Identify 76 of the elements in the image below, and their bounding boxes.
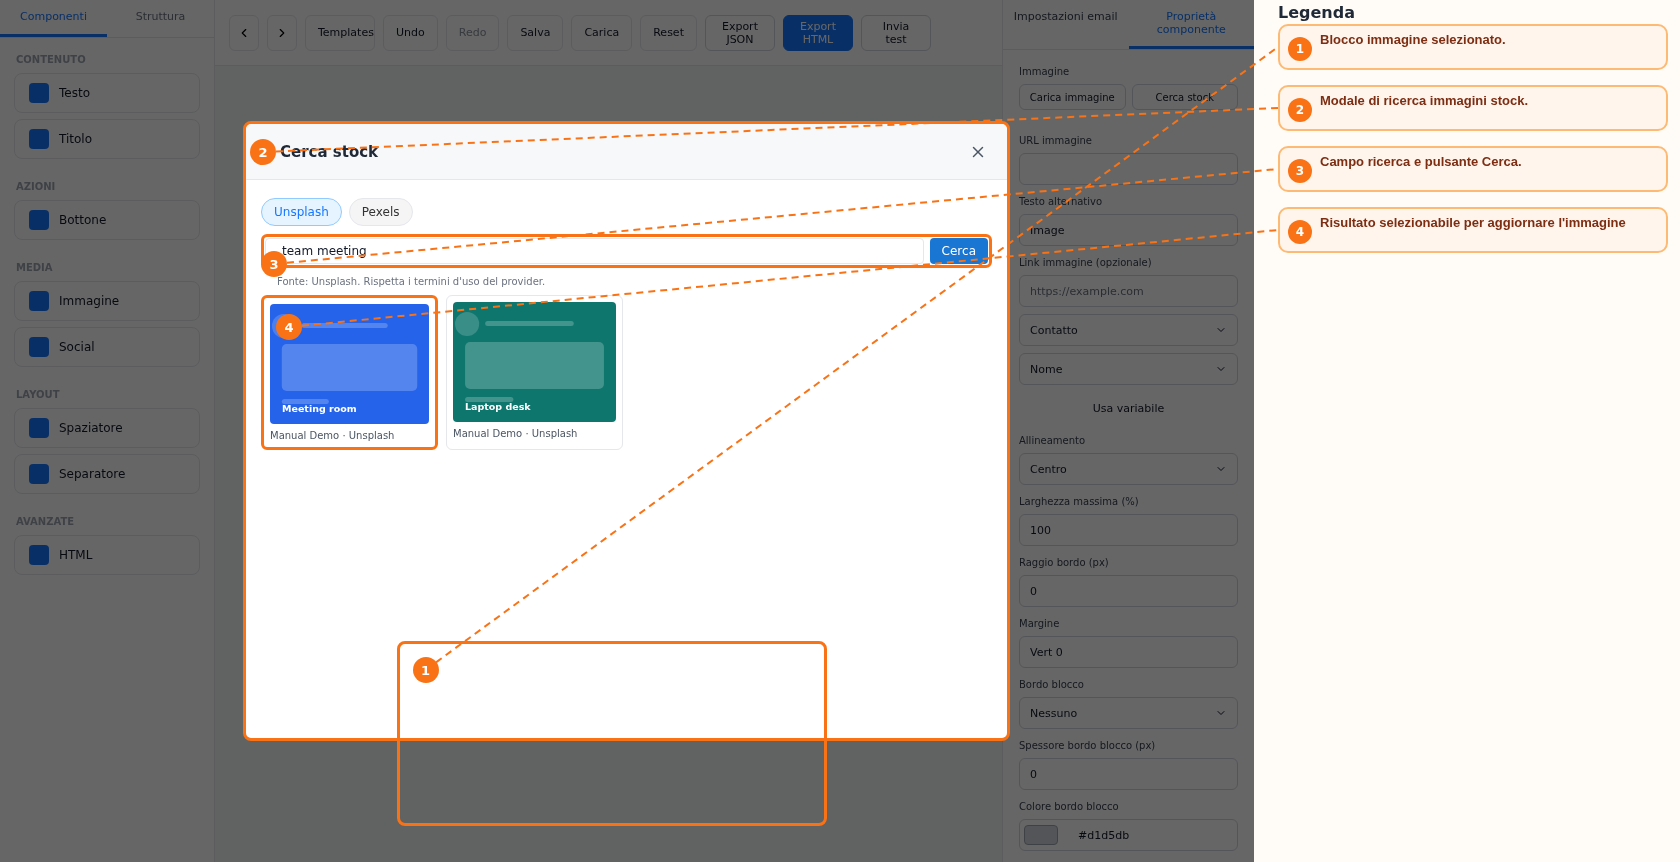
select-field[interactable]: Contatto (1019, 314, 1238, 346)
block-icon (29, 418, 49, 438)
panel-button[interactable]: Carica immagine (1019, 84, 1126, 110)
input-field[interactable]: 0 (1019, 758, 1238, 790)
toolbar-button[interactable]: Templates (305, 14, 375, 51)
block-icon (29, 129, 49, 149)
result-card[interactable]: Laptop desk Manual Demo · Unsplash (446, 295, 623, 450)
legend-text: Blocco immagine selezionato. (1320, 32, 1506, 47)
field-label: Bordo blocco (1019, 679, 1085, 690)
component-item[interactable]: Titolo (14, 119, 200, 159)
block-icon (29, 291, 49, 311)
legend-number: 1 (1288, 37, 1312, 61)
back-button[interactable] (229, 14, 259, 51)
field-label: Larghezza massima (%) (1019, 496, 1140, 507)
field-label: Testo alternativo (1019, 196, 1104, 207)
input-field[interactable] (1019, 153, 1238, 185)
legend-text: Modale di ricerca immagini stock. (1320, 93, 1529, 108)
selected-block-frame[interactable]: 1 (396, 641, 827, 826)
block-icon (29, 337, 49, 357)
select-field[interactable]: Nome (1019, 353, 1238, 385)
toolbar-button[interactable]: Invia test (860, 14, 931, 51)
sidebar-tab[interactable]: Componenti (0, 0, 107, 37)
input-field[interactable]: Vert 0 (1019, 636, 1238, 668)
toolbar-button[interactable]: Carica (571, 14, 633, 51)
field-label: URL immagine (1019, 135, 1094, 146)
field-label: Colore bordo blocco (1019, 801, 1120, 812)
legend-text: Risultato selezionabile per aggiornare l'immagine (1320, 215, 1626, 230)
input-field[interactable]: 0 (1019, 575, 1238, 607)
block-icon (29, 464, 49, 484)
field-label: Spessore bordo blocco (px) (1019, 740, 1157, 751)
toolbar-button[interactable]: Undo (383, 14, 438, 51)
input-field[interactable]: Image (1019, 214, 1238, 246)
result-card[interactable]: Meeting room Manual Demo · Unsplash 4 (261, 295, 438, 450)
sidebar-tab[interactable]: Struttura (107, 0, 214, 37)
field-label: Link immagine (opzionale) (1019, 257, 1153, 268)
legend-number: 3 (1288, 159, 1312, 183)
field-label: Raggio bordo (px) (1019, 557, 1110, 568)
provider-tab[interactable]: Pexels (348, 198, 413, 226)
field-label: Allineamento (1019, 435, 1087, 446)
color-field[interactable]: #d1d5db (1019, 819, 1238, 851)
component-item[interactable]: HTML (14, 535, 200, 575)
color-swatch[interactable] (1024, 825, 1058, 845)
component-item[interactable]: Immagine (14, 281, 200, 321)
section-title: Immagine (1019, 66, 1071, 77)
thumbnail-caption: Laptop desk (465, 401, 531, 412)
source-note: Fonte: Unsplash. Rispetta i termini d'uso del provider. (276, 276, 547, 287)
legend-number: 2 (1288, 98, 1312, 122)
toolbar-button[interactable]: Reset (640, 14, 697, 51)
block-icon (29, 545, 49, 565)
component-item[interactable]: Testo (14, 73, 200, 113)
provider-tab[interactable]: Unsplash (261, 198, 342, 226)
component-item[interactable]: Spaziatore (14, 408, 200, 448)
legend-number: 4 (1288, 220, 1312, 244)
result-credit: Manual Demo · Unsplash (453, 428, 579, 439)
component-item[interactable]: Bottone (14, 200, 200, 240)
block-icon (29, 210, 49, 230)
toolbar-button[interactable]: Salva (507, 14, 564, 51)
properties-tab[interactable]: Impostazioni email (1003, 0, 1129, 49)
thumbnail-caption: Meeting room (282, 403, 357, 414)
component-item[interactable]: Separatore (14, 454, 200, 494)
input-field[interactable]: 100 (1019, 514, 1238, 546)
legend-text: Campo ricerca e pulsante Cerca. (1320, 154, 1522, 169)
marker-badge: 2 (250, 139, 276, 165)
legend-title: Legenda (1278, 4, 1356, 24)
component-item[interactable]: Social (14, 327, 200, 367)
input-field[interactable]: https://example.com (1019, 275, 1238, 307)
search-button[interactable]: Cerca (929, 238, 988, 264)
toolbar-button[interactable]: Export JSON (704, 14, 775, 51)
panel-button[interactable]: Cerca stock (1131, 84, 1238, 110)
result-credit: Manual Demo · Unsplash (270, 430, 396, 441)
forward-button[interactable] (267, 14, 297, 51)
toolbar-button[interactable]: Export HTML (782, 14, 853, 51)
block-icon (29, 83, 49, 103)
select-field[interactable]: Centro (1019, 453, 1238, 485)
field-label: Margine (1019, 618, 1061, 629)
select-field[interactable]: Nessuno (1019, 697, 1238, 729)
